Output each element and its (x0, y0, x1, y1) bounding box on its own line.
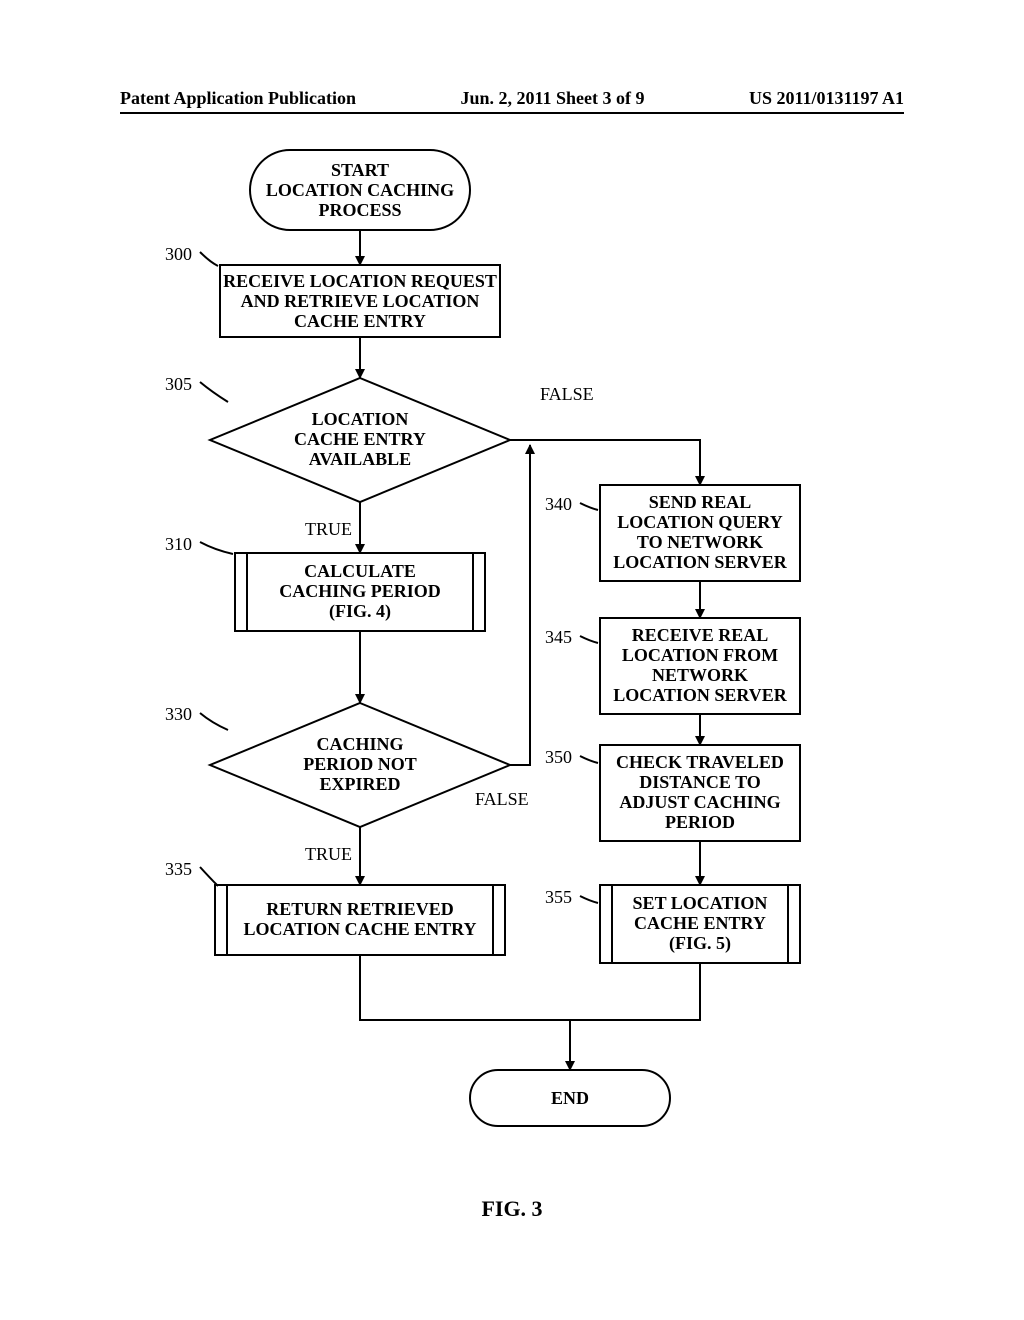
decision-305: LOCATION CACHE ENTRY AVAILABLE (210, 378, 510, 502)
svg-text:RECEIVE REAL: RECEIVE REAL (632, 625, 769, 645)
ref-305: 305 (165, 374, 192, 394)
svg-text:ADJUST CACHING: ADJUST CACHING (619, 792, 780, 812)
ref-330: 330 (165, 704, 192, 724)
edge-label-true: TRUE (305, 519, 352, 539)
process-350: CHECK TRAVELED DISTANCE TO ADJUST CACHIN… (600, 745, 800, 841)
svg-text:START: START (331, 160, 389, 180)
flowchart-diagram: START LOCATION CACHING PROCESS RECEIVE L… (100, 140, 920, 1190)
ref-leader (200, 382, 228, 402)
terminator-start: START LOCATION CACHING PROCESS (250, 150, 470, 230)
svg-text:LOCATION QUERY: LOCATION QUERY (617, 512, 783, 532)
ref-345: 345 (545, 627, 572, 647)
svg-text:LOCATION FROM: LOCATION FROM (622, 645, 778, 665)
svg-text:DISTANCE TO: DISTANCE TO (639, 772, 761, 792)
svg-text:CACHING PERIOD: CACHING PERIOD (279, 581, 441, 601)
svg-text:RECEIVE LOCATION REQUEST: RECEIVE LOCATION REQUEST (223, 271, 497, 291)
ref-leader (200, 252, 218, 266)
svg-text:EXPIRED: EXPIRED (319, 774, 400, 794)
svg-text:PERIOD: PERIOD (665, 812, 735, 832)
predefined-process-355: SET LOCATION CACHE ENTRY (FIG. 5) (600, 885, 800, 963)
svg-text:NETWORK: NETWORK (652, 665, 748, 685)
page-header: Patent Application Publication Jun. 2, 2… (120, 88, 904, 109)
process-345: RECEIVE REAL LOCATION FROM NETWORK LOCAT… (600, 618, 800, 714)
svg-text:END: END (551, 1088, 589, 1108)
ref-335: 335 (165, 859, 192, 879)
ref-leader (200, 542, 233, 554)
connector (510, 470, 530, 765)
svg-text:LOCATION: LOCATION (312, 409, 409, 429)
header-right: US 2011/0131197 A1 (749, 88, 904, 109)
header-left: Patent Application Publication (120, 88, 356, 109)
svg-text:(FIG. 5): (FIG. 5) (669, 933, 731, 954)
decision-330: CACHING PERIOD NOT EXPIRED (210, 703, 510, 827)
ref-leader (580, 636, 598, 643)
edge-label-true: TRUE (305, 844, 352, 864)
figure-label: FIG. 3 (481, 1196, 542, 1222)
ref-leader (200, 867, 218, 886)
svg-text:PERIOD NOT: PERIOD NOT (303, 754, 417, 774)
ref-leader (580, 756, 598, 763)
svg-text:(FIG. 4): (FIG. 4) (329, 601, 391, 622)
ref-340: 340 (545, 494, 572, 514)
ref-leader (580, 503, 598, 510)
svg-text:LOCATION CACHE ENTRY: LOCATION CACHE ENTRY (243, 919, 476, 939)
svg-text:LOCATION CACHING: LOCATION CACHING (266, 180, 454, 200)
header-rule (120, 112, 904, 114)
ref-310: 310 (165, 534, 192, 554)
edge-label-false: FALSE (475, 789, 529, 809)
svg-text:LOCATION SERVER: LOCATION SERVER (613, 552, 788, 572)
svg-text:CACHING: CACHING (316, 734, 403, 754)
predefined-process-310: CALCULATE CACHING PERIOD (FIG. 4) (235, 553, 485, 631)
ref-leader (580, 896, 598, 903)
ref-300: 300 (165, 244, 192, 264)
svg-text:CACHE ENTRY: CACHE ENTRY (294, 311, 426, 331)
svg-text:AND RETRIEVE LOCATION: AND RETRIEVE LOCATION (241, 291, 480, 311)
process-340: SEND REAL LOCATION QUERY TO NETWORK LOCA… (600, 485, 800, 581)
svg-text:SEND REAL: SEND REAL (649, 492, 752, 512)
predefined-process-335: RETURN RETRIEVED LOCATION CACHE ENTRY (215, 885, 505, 955)
connector (360, 955, 570, 1020)
ref-leader (200, 713, 228, 730)
edge-label-false: FALSE (540, 384, 594, 404)
process-300: RECEIVE LOCATION REQUEST AND RETRIEVE LO… (220, 265, 500, 337)
ref-350: 350 (545, 747, 572, 767)
terminator-end: END (470, 1070, 670, 1126)
ref-355: 355 (545, 887, 572, 907)
svg-text:PROCESS: PROCESS (318, 200, 401, 220)
svg-text:SET LOCATION: SET LOCATION (633, 893, 768, 913)
svg-text:CACHE ENTRY: CACHE ENTRY (634, 913, 766, 933)
svg-text:LOCATION SERVER: LOCATION SERVER (613, 685, 788, 705)
connector (510, 440, 700, 485)
connector (570, 963, 700, 1020)
svg-text:AVAILABLE: AVAILABLE (309, 449, 411, 469)
svg-text:CALCULATE: CALCULATE (304, 561, 416, 581)
svg-text:RETURN RETRIEVED: RETURN RETRIEVED (266, 899, 454, 919)
svg-text:CHECK TRAVELED: CHECK TRAVELED (616, 752, 784, 772)
svg-text:CACHE ENTRY: CACHE ENTRY (294, 429, 426, 449)
svg-text:TO NETWORK: TO NETWORK (637, 532, 763, 552)
header-center: Jun. 2, 2011 Sheet 3 of 9 (460, 88, 644, 109)
